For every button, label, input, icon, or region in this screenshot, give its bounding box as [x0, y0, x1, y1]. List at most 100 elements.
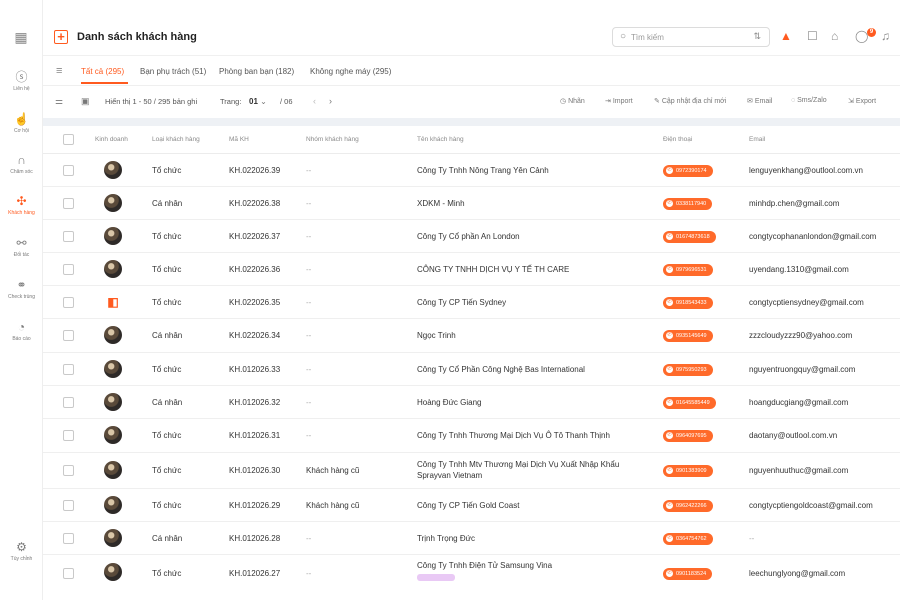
customer-name[interactable]: Ngọc Trinh: [417, 331, 456, 340]
customer-code[interactable]: KH.022026.36: [229, 265, 280, 274]
row-checkbox[interactable]: [63, 330, 74, 341]
sidebar-item-customize[interactable]: ⚙ Tùy chỉnh: [0, 540, 43, 562]
phone-pill[interactable]: ✆ 0901383909: [663, 465, 713, 477]
customer-name[interactable]: Công Ty Tnhh Nông Trang Yên Cảnh: [417, 166, 549, 175]
customer-code[interactable]: KH.012026.28: [229, 534, 280, 543]
phone-pill[interactable]: ✆ 0972390174: [663, 165, 713, 177]
columns-icon[interactable]: ▣: [81, 96, 90, 107]
customer-code[interactable]: KH.012026.33: [229, 365, 280, 374]
sidebar-item-reports[interactable]: ◔ Báo cáo: [0, 320, 43, 342]
customer-code[interactable]: KH.012026.27: [229, 569, 280, 578]
row-checkbox[interactable]: [63, 364, 74, 375]
customer-email[interactable]: lenguyenkhang@outlool.com.vn: [749, 166, 863, 175]
customer-code[interactable]: KH.022026.39: [229, 166, 280, 175]
bell-icon[interactable]: ♫: [881, 29, 890, 43]
import-button[interactable]: ⇥ Import: [605, 97, 633, 105]
row-checkbox[interactable]: [63, 533, 74, 544]
tab-all[interactable]: Tất cả (295): [81, 67, 124, 76]
customer-name[interactable]: Công Ty CP Tiến Sydney: [417, 298, 506, 307]
column-header[interactable]: Tên khách hàng: [417, 136, 464, 143]
table-row[interactable]: Tổ chức KH.012026.29 Khách hàng cũ Công …: [43, 489, 900, 522]
label-button[interactable]: ◷ Nhãn: [560, 97, 585, 105]
table-row[interactable]: Tổ chức KH.022026.36 -- CÔNG TY TNHH DỊC…: [43, 253, 900, 286]
table-row[interactable]: Tổ chức KH.012026.31 -- Công Ty Tnhh Thư…: [43, 419, 900, 453]
home-icon[interactable]: ⌂: [831, 29, 838, 43]
customer-email[interactable]: minhdp.chen@gmail.com: [749, 199, 839, 208]
customer-email[interactable]: nguyenhuuthuc@gmail.com: [749, 466, 848, 475]
customer-code[interactable]: KH.022026.38: [229, 199, 280, 208]
customer-name[interactable]: Hoàng Đức Giang: [417, 398, 482, 407]
column-header[interactable]: Nhóm khách hàng: [306, 136, 359, 143]
column-header[interactable]: Kinh doanh: [95, 136, 128, 143]
row-checkbox[interactable]: [63, 198, 74, 209]
table-row[interactable]: Cá nhân KH.012026.32 -- Hoàng Đức Giang …: [43, 386, 900, 419]
export-button[interactable]: ⇲ Export: [848, 97, 876, 105]
customer-name[interactable]: CÔNG TY TNHH DỊCH VỤ Y TẾ TH CARE: [417, 265, 569, 274]
table-row[interactable]: Tổ chức KH.022026.39 -- Công Ty Tnhh Nôn…: [43, 154, 900, 187]
next-page-icon[interactable]: ›: [329, 96, 332, 106]
table-row[interactable]: Tổ chức KH.012026.33 -- Công Ty Cổ Phần …: [43, 353, 900, 386]
customer-code[interactable]: KH.012026.29: [229, 501, 280, 510]
customer-name[interactable]: Công Ty Tnhh Thương Mại Dịch Vụ Ô Tô Tha…: [417, 431, 610, 440]
phone-pill[interactable]: ✆ 01674873618: [663, 231, 716, 243]
customer-email[interactable]: leechunglyong@gmail.com: [749, 569, 845, 578]
customer-code[interactable]: KH.022026.34: [229, 331, 280, 340]
column-header[interactable]: Mã KH: [229, 136, 249, 143]
row-checkbox[interactable]: [63, 465, 74, 476]
customer-email[interactable]: zzzcloudyzzz90@yahoo.com: [749, 331, 852, 340]
tab-mine[interactable]: Bạn phụ trách (51): [140, 67, 206, 76]
sidebar-item-partners[interactable]: ⚯ Đối tác: [0, 236, 43, 258]
add-customer-button[interactable]: +: [54, 30, 68, 44]
column-header[interactable]: Điện thoại: [663, 136, 692, 143]
row-checkbox[interactable]: [63, 231, 74, 242]
customer-code[interactable]: KH.012026.30: [229, 466, 280, 475]
phone-pill[interactable]: ✆ 01645585449: [663, 397, 716, 409]
prev-page-icon[interactable]: ‹: [313, 96, 316, 106]
filter-settings-icon[interactable]: ⚌: [55, 96, 63, 107]
tab-no-answer[interactable]: Không nghe máy (295): [310, 67, 391, 76]
table-row[interactable]: Cá nhân KH.012026.28 -- Trịnh Trọng Đức …: [43, 522, 900, 555]
phone-pill[interactable]: ✆ 0338117940: [663, 198, 713, 210]
sidebar-item-care[interactable]: ∩ Chăm sóc: [0, 153, 43, 175]
phone-pill[interactable]: ✆ 0962422266: [663, 500, 713, 512]
row-checkbox[interactable]: [63, 568, 74, 579]
customer-name[interactable]: XDKM - Minh: [417, 199, 465, 208]
row-checkbox[interactable]: [63, 297, 74, 308]
customer-code[interactable]: KH.022026.37: [229, 232, 280, 241]
menu-icon[interactable]: ≡: [56, 65, 62, 77]
phone-pill[interactable]: ✆ 0964097695: [663, 430, 713, 442]
row-checkbox[interactable]: [63, 397, 74, 408]
customer-email[interactable]: daotany@outlool.com.vn: [749, 431, 837, 440]
row-checkbox[interactable]: [63, 430, 74, 441]
customer-name[interactable]: Công Ty Cổ phần An London: [417, 232, 520, 241]
table-row[interactable]: Tổ chức KH.012026.30 Khách hàng cũ Công …: [43, 453, 900, 489]
table-row[interactable]: Tổ chức KH.022026.37 -- Công Ty Cổ phần …: [43, 220, 900, 253]
sort-filter-icon[interactable]: ⇅: [753, 31, 761, 42]
select-all-checkbox[interactable]: [63, 134, 74, 145]
customer-email[interactable]: congtycptiensydney@gmail.com: [749, 298, 864, 307]
customer-email[interactable]: nguyentruongquy@gmail.com: [749, 365, 855, 374]
update-address-button[interactable]: ✎ Cập nhật địa chỉ mới: [654, 97, 726, 105]
column-header[interactable]: Email: [749, 136, 765, 143]
phone-pill[interactable]: ✆ 0979696531: [663, 264, 713, 276]
bookmark-icon[interactable]: ☐: [807, 29, 818, 43]
customer-code[interactable]: KH.012026.32: [229, 398, 280, 407]
customer-email[interactable]: hoangducgiang@gmail.com: [749, 398, 848, 407]
sidebar-item-duplicate-check[interactable]: ⚭ Check trùng: [0, 278, 43, 300]
search-input[interactable]: [631, 31, 741, 44]
customer-email[interactable]: congtycophananlondon@gmail.com: [749, 232, 876, 241]
customer-name[interactable]: Trịnh Trọng Đức: [417, 534, 475, 543]
row-checkbox[interactable]: [63, 264, 74, 275]
page-select[interactable]: 01 ⌄: [249, 97, 267, 106]
phone-pill[interactable]: ✆ 0935145649: [663, 330, 713, 342]
phone-pill[interactable]: ✆ 0364754762: [663, 533, 713, 545]
phone-pill[interactable]: ✆ 0918543433: [663, 297, 713, 309]
apps-grid-icon[interactable]: ▦: [14, 30, 28, 44]
row-checkbox[interactable]: [63, 165, 74, 176]
sidebar-item-opportunities[interactable]: ☝ Cơ hội: [0, 112, 43, 134]
customer-code[interactable]: KH.022026.35: [229, 298, 280, 307]
customer-name[interactable]: Công Ty Cổ Phần Công Nghệ Bas Internatio…: [417, 365, 585, 374]
customer-email[interactable]: uyendang.1310@gmail.com: [749, 265, 849, 274]
sidebar-item-customers[interactable]: ✣ Khách hàng: [0, 191, 43, 225]
sidebar-item-contacts[interactable]: ⓢ Liên hệ: [0, 70, 43, 92]
